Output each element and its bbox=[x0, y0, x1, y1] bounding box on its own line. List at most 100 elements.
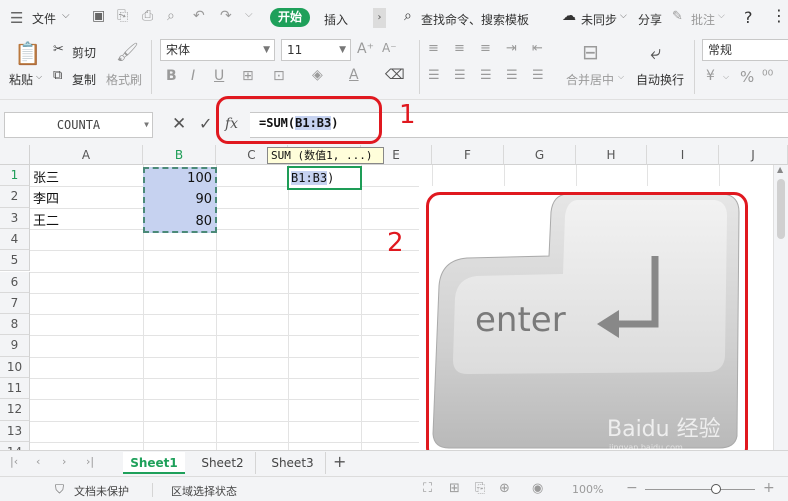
normal-view-icon[interactable]: ⊞ bbox=[449, 481, 460, 496]
zoom-in-icon[interactable]: + bbox=[763, 480, 775, 496]
underline-icon[interactable]: U bbox=[214, 68, 224, 84]
column-header-g[interactable]: G bbox=[504, 145, 576, 165]
format-painter-icon[interactable]: 🖌 bbox=[116, 42, 139, 63]
preview-icon[interactable]: ⌕ bbox=[167, 8, 175, 24]
row-header-4[interactable]: 4 bbox=[0, 228, 30, 251]
eraser-icon[interactable]: ⌫ bbox=[385, 67, 405, 83]
row-header-11[interactable]: 11 bbox=[0, 378, 30, 400]
tab-sheet1[interactable]: Sheet1 bbox=[123, 452, 185, 474]
chevron-down-icon[interactable]: ⌵ bbox=[36, 72, 42, 82]
zoom-slider-thumb[interactable] bbox=[711, 484, 721, 494]
cell-a2[interactable]: 李四 bbox=[33, 190, 59, 209]
redo-icon[interactable]: ↷ bbox=[220, 8, 232, 24]
more-tabs-icon[interactable]: › bbox=[373, 8, 386, 28]
row-header-5[interactable]: 5 bbox=[0, 250, 30, 272]
chevron-down-icon[interactable]: ⌵ bbox=[618, 72, 624, 82]
tab-insert[interactable]: 插入 bbox=[324, 11, 348, 28]
cancel-icon[interactable]: ✕ bbox=[172, 114, 186, 134]
file-menu[interactable]: 文件 bbox=[32, 10, 56, 27]
tab-sheet3[interactable]: Sheet3 bbox=[260, 452, 326, 474]
bold-icon[interactable]: B bbox=[166, 68, 177, 84]
percent-button[interactable]: % bbox=[740, 68, 754, 86]
wrap-text-button[interactable]: 自动换行 bbox=[636, 71, 684, 88]
row-header-3[interactable]: 3 bbox=[0, 207, 30, 229]
row-header-12[interactable]: 12 bbox=[0, 399, 30, 421]
copy-icon[interactable]: ⧉ bbox=[53, 68, 62, 83]
row-header-8[interactable]: 8 bbox=[0, 314, 30, 336]
tab-start[interactable]: 开始 bbox=[270, 8, 310, 27]
reading-mode-icon[interactable]: ◉ bbox=[532, 481, 543, 496]
align-right-icon[interactable]: ☰ bbox=[480, 68, 492, 83]
last-sheet-icon[interactable]: ›| bbox=[86, 455, 94, 468]
vertical-scrollbar[interactable]: ▲ bbox=[773, 165, 788, 450]
zoom-level[interactable]: 100% bbox=[572, 483, 603, 496]
align-center-icon[interactable]: ☰ bbox=[454, 68, 466, 83]
protect-status[interactable]: 文档未保护 bbox=[74, 483, 129, 499]
fullscreen-icon[interactable]: ⛶ bbox=[423, 481, 432, 496]
paste-icon[interactable]: 📋 bbox=[14, 42, 41, 67]
outdent-icon[interactable]: ⇤ bbox=[532, 41, 543, 56]
cut-button[interactable]: 剪切 bbox=[72, 44, 96, 61]
confirm-icon[interactable]: ✓ bbox=[199, 114, 212, 133]
cell-b1[interactable]: 100 bbox=[143, 169, 215, 188]
chevron-down-icon[interactable]: ⌵ bbox=[723, 72, 729, 82]
fill-color-icon[interactable]: ◈ bbox=[312, 67, 323, 83]
row-header-14[interactable]: 14 bbox=[0, 441, 30, 450]
align-middle-icon[interactable]: ≡ bbox=[454, 41, 465, 56]
page-view-icon[interactable]: ⎘ bbox=[475, 481, 485, 496]
border-icon[interactable]: ⊞ bbox=[242, 68, 254, 84]
chevron-down-icon[interactable]: ⌵ bbox=[62, 10, 70, 21]
column-header-j[interactable]: J bbox=[719, 145, 788, 165]
thousands-separator-icon[interactable]: ⁰⁰ bbox=[762, 68, 773, 84]
print-preview-icon[interactable]: ⎘ bbox=[117, 8, 128, 24]
zoom-slider[interactable] bbox=[645, 484, 755, 494]
align-top-icon[interactable]: ≡ bbox=[428, 41, 439, 56]
row-header-10[interactable]: 10 bbox=[0, 356, 30, 378]
search-command[interactable]: 查找命令、搜索模板 bbox=[421, 11, 529, 28]
prev-sheet-icon[interactable]: ‹ bbox=[36, 455, 40, 468]
row-header-7[interactable]: 7 bbox=[0, 292, 30, 315]
row-header-1[interactable]: 1 bbox=[0, 165, 30, 187]
cell-d1-editing[interactable]: B1:B3) bbox=[287, 166, 362, 190]
row-header-9[interactable]: 9 bbox=[0, 335, 30, 357]
add-sheet-icon[interactable]: + bbox=[333, 452, 346, 471]
name-box[interactable]: COUNTA ▼ bbox=[4, 112, 153, 138]
font-color-icon[interactable]: A bbox=[349, 67, 359, 83]
italic-icon[interactable]: I bbox=[191, 68, 195, 84]
select-all-corner[interactable] bbox=[0, 145, 30, 165]
column-header-f[interactable]: F bbox=[432, 145, 504, 165]
undo-icon[interactable]: ↶ bbox=[193, 8, 205, 24]
merge-center-icon[interactable]: ⊟ bbox=[582, 40, 599, 64]
row-header-6[interactable]: 6 bbox=[0, 271, 30, 293]
scroll-up-arrow[interactable]: ▲ bbox=[777, 165, 783, 174]
font-name-select[interactable]: 宋体 ▼ bbox=[160, 39, 275, 61]
hamburger-menu-icon[interactable]: ☰ bbox=[10, 9, 23, 27]
column-header-h[interactable]: H bbox=[576, 145, 647, 165]
cell-b2[interactable]: 90 bbox=[143, 190, 215, 209]
scissors-icon[interactable]: ✂ bbox=[53, 42, 64, 57]
print-icon[interactable]: ⎙ bbox=[142, 8, 153, 24]
zoom-out-icon[interactable]: − bbox=[626, 480, 638, 496]
customize-icon[interactable]: ⌵ bbox=[245, 9, 253, 20]
row-header-2[interactable]: 2 bbox=[0, 186, 30, 208]
column-header-b[interactable]: B bbox=[143, 145, 216, 165]
row-header-13[interactable]: 13 bbox=[0, 420, 30, 442]
save-icon[interactable]: ▣ bbox=[92, 8, 105, 24]
sync-status[interactable]: 未同步 bbox=[581, 11, 617, 28]
first-sheet-icon[interactable]: |‹ bbox=[10, 455, 18, 468]
next-sheet-icon[interactable]: › bbox=[62, 455, 66, 468]
more-icon[interactable]: ⋮ bbox=[771, 6, 787, 25]
align-left-icon[interactable]: ☰ bbox=[428, 68, 440, 83]
column-header-i[interactable]: I bbox=[647, 145, 719, 165]
cell-a3[interactable]: 王二 bbox=[33, 212, 59, 231]
comment-icon[interactable]: ✎ bbox=[672, 9, 683, 24]
paste-button[interactable]: 粘贴 bbox=[9, 71, 33, 88]
font-size-select[interactable]: 11 ▼ bbox=[281, 39, 351, 61]
border-style-icon[interactable]: ⊡ bbox=[273, 68, 285, 84]
chevron-down-icon[interactable]: ⌵ bbox=[718, 11, 725, 21]
help-button[interactable]: ? bbox=[744, 8, 753, 27]
align-bottom-icon[interactable]: ≡ bbox=[480, 41, 491, 56]
column-header-a[interactable]: A bbox=[30, 145, 143, 165]
tab-sheet2[interactable]: Sheet2 bbox=[190, 452, 256, 474]
justify-icon[interactable]: ☰ bbox=[506, 68, 518, 83]
